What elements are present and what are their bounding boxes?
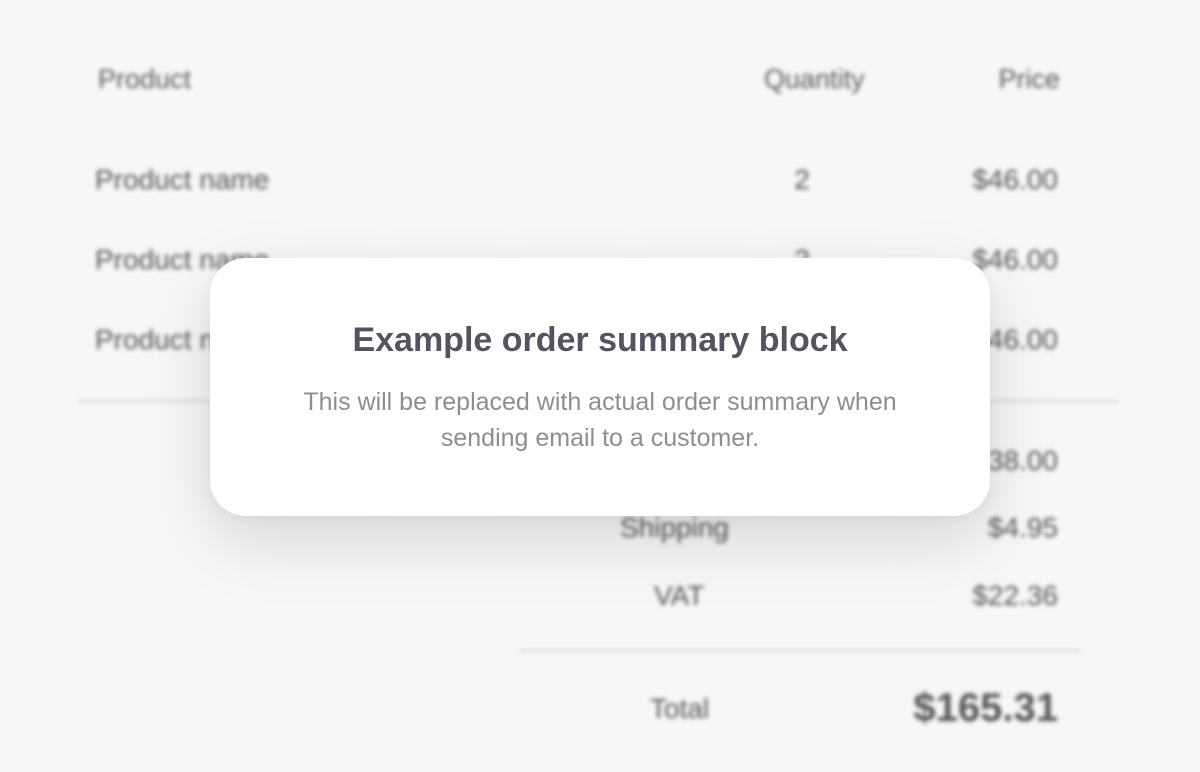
total-value: $165.31 <box>913 686 1058 730</box>
total-label: Total <box>650 693 710 724</box>
product-price: $46.00 <box>972 164 1058 195</box>
product-quantity: 2 <box>794 164 810 195</box>
column-header-price: Price <box>998 64 1060 94</box>
vat-value: $22.36 <box>972 580 1058 611</box>
shipping-value: $4.95 <box>987 512 1058 543</box>
notice-title: Example order summary block <box>352 321 848 359</box>
order-summary-preview: Product Quantity Price Product name 2 $4… <box>0 0 1200 772</box>
shipping-label: Shipping <box>620 512 729 543</box>
column-header-product: Product <box>98 64 192 94</box>
vat-label: VAT <box>654 580 705 611</box>
column-header-quantity: Quantity <box>764 64 865 94</box>
notice-description: This will be replaced with actual order … <box>303 388 897 452</box>
total-divider <box>520 650 1080 652</box>
example-notice-card: Example order summary block This will be… <box>210 258 990 516</box>
product-name: Product name <box>95 164 270 195</box>
